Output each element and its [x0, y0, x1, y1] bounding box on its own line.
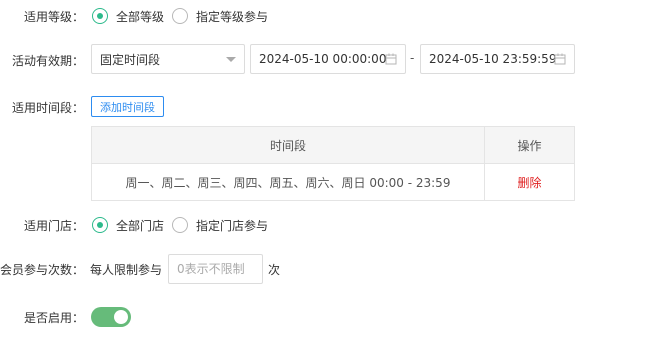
level-radio-specific[interactable]: 指定等级参与 — [172, 8, 276, 25]
level-radio-all[interactable]: 全部等级 — [92, 8, 172, 25]
count-prefix: 每人限制参与 — [90, 262, 163, 277]
store-radio-all-label: 全部门店 — [116, 218, 165, 233]
radio-unchecked-icon[interactable] — [172, 8, 189, 24]
validity-label: 活动有效期： — [11, 53, 84, 68]
level-row: 适用等级： 全部等级 指定等级参与 — [0, 6, 276, 26]
date-range-separator: - — [410, 51, 415, 65]
calendar-icon — [554, 53, 566, 65]
start-date-value: 2024-05-10 00:00:00 — [259, 52, 387, 66]
timeslot-label: 适用时间段： — [11, 100, 84, 115]
end-date-value: 2024-05-10 23:59:59 — [429, 52, 557, 66]
add-timeslot-button[interactable]: 添加时间段 — [91, 96, 164, 117]
count-label: 会员参与次数： — [0, 262, 85, 277]
store-radio-specific-label: 指定门店参与 — [196, 218, 269, 233]
chevron-down-icon — [226, 57, 236, 62]
store-radio-specific[interactable]: 指定门店参与 — [172, 217, 276, 234]
delete-button[interactable]: 删除 — [517, 176, 541, 190]
timeslot-row: 适用时间段： — [0, 99, 84, 115]
timeslot-action-cell: 删除 — [484, 163, 575, 201]
validity-row: 活动有效期： — [0, 52, 84, 68]
store-label: 适用门店： — [23, 218, 84, 233]
radio-checked-icon[interactable] — [92, 217, 108, 233]
level-label: 适用等级： — [23, 9, 84, 24]
timeslot-table: 时间段 操作 周一、周二、周三、周四、周五、周六、周日 00:00 - 23:5… — [91, 126, 575, 201]
count-row: 会员参与次数： 每人限制参与 — [0, 261, 162, 277]
calendar-icon — [385, 53, 397, 65]
table-header-row: 时间段 操作 — [91, 126, 575, 164]
enabled-row: 是否启用： — [0, 309, 84, 325]
radio-checked-icon[interactable] — [92, 8, 108, 24]
toggle-knob — [114, 310, 128, 324]
level-radio-specific-label: 指定等级参与 — [196, 9, 269, 24]
store-radio-all[interactable]: 全部门店 — [92, 217, 172, 234]
column-header-action: 操作 — [484, 126, 575, 164]
store-row: 适用门店： 全部门店 指定门店参与 — [0, 215, 276, 235]
radio-unchecked-icon[interactable] — [172, 217, 189, 233]
validity-mode-value: 固定时间段 — [100, 52, 161, 67]
start-date-input[interactable]: 2024-05-10 00:00:00 — [250, 44, 406, 74]
table-row: 周一、周二、周三、周四、周五、周六、周日 00:00 - 23:59 删除 — [91, 163, 575, 201]
column-header-period: 时间段 — [91, 126, 485, 164]
level-radio-all-label: 全部等级 — [116, 9, 165, 24]
count-input[interactable] — [168, 254, 263, 284]
enabled-toggle[interactable] — [91, 307, 131, 327]
validity-mode-select[interactable]: 固定时间段 — [91, 44, 245, 74]
enabled-label: 是否启用： — [23, 310, 84, 325]
count-suffix: 次 — [268, 263, 281, 277]
end-date-input[interactable]: 2024-05-10 23:59:59 — [420, 44, 575, 74]
timeslot-period-cell: 周一、周二、周三、周四、周五、周六、周日 00:00 - 23:59 — [91, 163, 485, 201]
